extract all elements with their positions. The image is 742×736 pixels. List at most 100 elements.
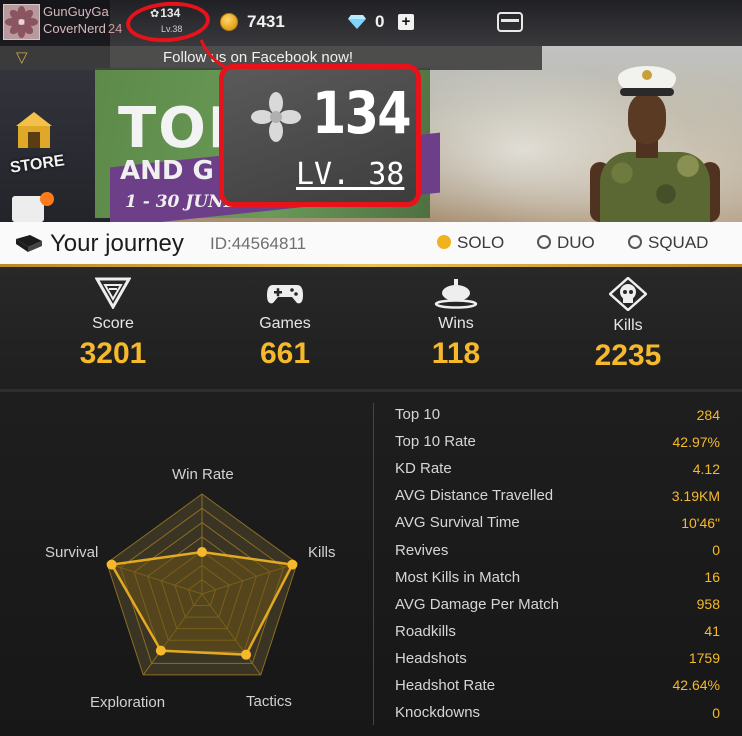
summary-games: Games 661 [205,267,365,371]
zoomed-rank-value: 134 [312,79,412,147]
summary-stats: Score 3201 Games 661 Wins 118 Kills 2235 [0,267,742,389]
stat-row-revives: Revives 0 [395,536,720,563]
avatar[interactable] [3,4,40,40]
wallet-icon[interactable] [497,12,523,32]
radio-empty-icon [628,235,642,249]
mode-duo-label: DUO [557,233,595,252]
kills-label: Kills [613,317,643,334]
stat-label: Headshots [395,649,467,667]
stat-value: 1759 [688,650,720,667]
stat-row-headshots: Headshots 1759 [395,645,720,672]
radar-point-kills [287,559,298,570]
stat-row-avg-damage: AVG Damage Per Match 958 [395,591,720,618]
player-name-line2: CoverNerd 24 [43,21,122,36]
stat-row-headshot-rate: Headshot Rate 42.64% [395,672,720,699]
mode-solo-radio[interactable]: SOLO [437,233,504,253]
stat-label: Revives [395,541,449,559]
stat-row-roadkills: Roadkills 41 [395,618,720,645]
detail-panel: Win Rate Kills Tactics Exploration Survi… [0,389,742,736]
stat-row-avg-survival: AVG Survival Time 10'46" [395,509,720,536]
radar-label-exploration: Exploration [90,694,165,711]
stat-value: 41 [704,623,720,640]
stat-value: 0 [712,542,720,559]
summary-wins: Wins 118 [376,267,536,371]
stat-label: KD Rate [395,460,452,478]
top-bar: GunGuyGa CoverNerd 24 ✿134 Lv.38 7431 0 + [0,0,742,46]
stat-value: 4.12 [692,460,720,477]
store-icon [16,112,52,148]
store-label: STORE [9,152,66,177]
radar-label-tactics: Tactics [246,693,292,710]
radio-selected-icon [437,235,451,249]
stat-value: 958 [696,596,720,613]
stat-label: Roadkills [395,622,456,640]
zoomed-level-label: LV. 38 [296,157,405,192]
event-sign-subtitle: AND G [120,156,214,186]
stat-value: 3.19KM [671,487,720,504]
wins-value: 118 [431,337,481,370]
radar-point-win-rate [197,547,207,557]
store-button[interactable]: STORE [6,110,66,186]
rank-zoom-callout: 134 LV. 38 [219,64,421,207]
stat-label: Knockdowns [395,704,481,722]
journey-title: Your journey [50,230,184,257]
mode-squad-radio[interactable]: SQUAD [628,233,708,253]
add-diamonds-button[interactable]: + [398,14,414,30]
avatar-flower-icon [5,6,38,38]
stat-value: 42.97% [672,433,720,450]
stat-label: AVG Survival Time [395,514,520,532]
radar-chart: Win Rate Kills Tactics Exploration Survi… [45,466,336,711]
score-label: Score [92,315,134,332]
radar-point-survival [106,559,117,570]
mode-squad-label: SQUAD [648,233,709,252]
detailed-stats-list: Top 10 284 Top 10 Rate 42.97% KD Rate 4.12 … [395,401,720,726]
score-icon [95,277,131,309]
radar-point-tactics [241,649,252,660]
player-id: ID:44564811 [210,234,307,253]
score-value: 3201 [79,337,147,370]
stat-row-avg-distance: AVG Distance Travelled 3.19KM [395,482,720,509]
stat-value: 10'46" [681,514,720,531]
gold-balance: 7431 [247,12,285,31]
player-name-suffix: 24 [107,21,123,36]
stat-row-top10-rate: Top 10 Rate 42.97% [395,428,720,455]
radar-label-survival: Survival [45,544,98,561]
stat-label: Top 10 [395,406,441,424]
chicken-dinner-icon [434,279,478,309]
stat-row-kd-rate: KD Rate 4.12 [395,455,720,482]
chevron-logo-icon: ▽ [16,49,28,66]
stat-label: AVG Damage Per Match [395,595,559,613]
diamond-icon [348,15,366,29]
character-head [628,94,666,144]
stat-value: 16 [704,569,720,586]
stat-row-most-kills: Most Kills in Match 16 [395,564,720,591]
games-label: Games [259,315,311,332]
book-icon [16,235,42,252]
hat-badge-icon [642,70,652,80]
panel-divider [373,403,374,725]
radio-empty-icon [537,235,551,249]
character-hat-brim [620,88,674,96]
notification-dot-icon [40,192,54,206]
stat-value: 0 [712,704,720,721]
radar-point-exploration [155,645,166,656]
mode-duo-radio[interactable]: DUO [537,233,595,253]
summary-kills: Kills 2235 [548,267,708,373]
games-value: 661 [259,337,311,370]
diamond-balance: 0 [375,12,385,31]
radar-label-kills: Kills [308,544,336,561]
character-camo-shirt [600,152,710,222]
stat-label: Most Kills in Match [395,568,521,586]
journey-header: Your journey ID:44564811 SOLO DUO SQUAD [0,222,742,267]
radar-label-win-rate: Win Rate [172,466,234,483]
player-character [590,62,720,222]
stat-label: Headshot Rate [395,676,496,694]
stat-row-top10: Top 10 284 [395,401,720,428]
rank-flower-icon [251,92,301,142]
wins-label: Wins [438,315,474,332]
stat-value: 284 [696,406,720,423]
kills-value: 2235 [594,339,662,372]
stat-label: AVG Distance Travelled [395,487,554,505]
stat-value: 42.64% [672,677,720,694]
skull-icon [609,277,647,311]
